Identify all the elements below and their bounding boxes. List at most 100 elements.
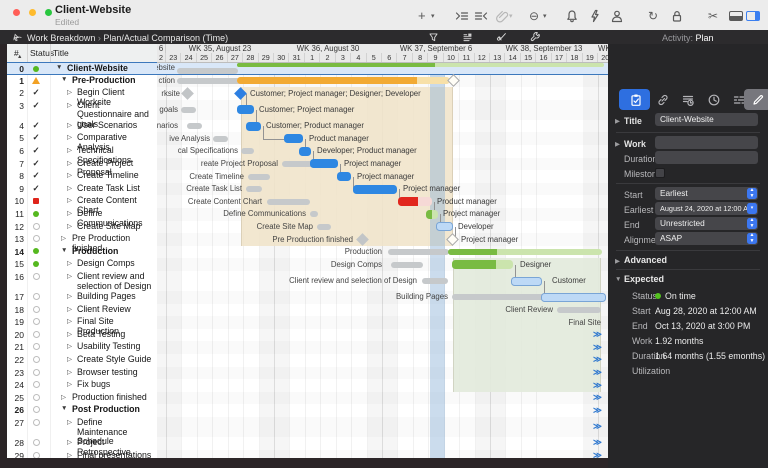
disclosure-collapsed-icon[interactable]: ▷	[67, 159, 72, 167]
disclosure-expanded-icon[interactable]: ▼	[61, 405, 67, 412]
disclosure-collapsed-icon[interactable]: ▷	[61, 234, 66, 242]
table-row[interactable]: 2✓▷Begin Client Worksite	[7, 87, 157, 100]
table-row[interactable]: 9✓▷Create Task List	[7, 183, 157, 196]
disclosure-collapsed-icon[interactable]: ▷	[67, 292, 72, 300]
table-row[interactable]: 21▷Usability Testing	[7, 341, 157, 354]
gantt-bar-planned[interactable]	[246, 186, 262, 192]
disclosure-collapsed-icon[interactable]: ▷	[67, 259, 72, 267]
table-row[interactable]: 8✓▷Create Timeline	[7, 170, 157, 183]
offscreen-task-indicator[interactable]: ≫	[593, 421, 601, 432]
table-row[interactable]: 28▷Project Retrospective	[7, 437, 157, 450]
assign-resource-icon[interactable]	[610, 7, 624, 24]
gantt-bar-actual[interactable]	[237, 77, 450, 84]
gantt-bar-planned[interactable]	[388, 249, 449, 255]
disclosure-collapsed-icon[interactable]: ▷	[67, 121, 72, 129]
disclosure-collapsed-icon[interactable]: ▷	[67, 101, 72, 109]
gantt-bar-actual[interactable]	[511, 277, 542, 286]
gantt-bar-planned[interactable]	[267, 199, 310, 205]
remove-chevron-icon[interactable]: ▾	[543, 7, 547, 24]
gantt-bar-actual[interactable]	[398, 197, 432, 206]
earliest-date-input[interactable]: August 24, 2020 at 12:00 AM▾	[655, 202, 758, 215]
table-row[interactable]: 16▷Client review and selection of Design	[7, 271, 157, 291]
table-row[interactable]: 3✓▷Client Questionnaire and goals	[7, 100, 157, 120]
gantt-bar-planned[interactable]	[213, 136, 228, 142]
table-row[interactable]: 22▷Create Style Guide	[7, 354, 157, 367]
offscreen-task-indicator[interactable]: ≫	[593, 329, 601, 340]
pointer-tool-icon[interactable]	[12, 31, 23, 43]
gantt-bar-actual[interactable]	[448, 249, 602, 255]
disclosure-collapsed-icon[interactable]: ▷	[67, 133, 72, 141]
gantt-bar-actual[interactable]	[436, 222, 453, 231]
table-row[interactable]: 14▼Production	[7, 246, 157, 259]
add-chevron-icon[interactable]: ▾	[431, 7, 435, 24]
table-row[interactable]: 20▷Beta Testing	[7, 329, 157, 342]
indent-icon[interactable]	[455, 7, 469, 24]
disclosure-expanded-icon[interactable]: ▼	[56, 64, 62, 71]
disclosure-collapsed-icon[interactable]: ▷	[67, 222, 72, 230]
gantt-bar-planned[interactable]	[177, 68, 238, 74]
table-row[interactable]: 29▷Final presentations	[7, 450, 157, 458]
gantt-bar-actual[interactable]	[237, 63, 604, 67]
gantt-bar-planned[interactable]	[422, 278, 448, 284]
disclosure-collapsed-icon[interactable]: ▷	[67, 355, 72, 363]
table-row[interactable]: 5✓▷Comparative Analysis	[7, 132, 157, 145]
tab-edit-icon[interactable]	[748, 91, 768, 109]
advanced-disclosure-icon[interactable]: ▶	[615, 257, 620, 265]
disclosure-collapsed-icon[interactable]: ▷	[67, 451, 72, 458]
style-brush-icon[interactable]	[496, 31, 507, 43]
remove-icon[interactable]: ⊖	[529, 7, 539, 24]
offscreen-task-indicator[interactable]: ≫	[593, 450, 601, 458]
disclosure-collapsed-icon[interactable]: ▷	[67, 209, 72, 217]
gantt-milestone[interactable]	[181, 87, 194, 100]
table-row[interactable]: 1▼Pre-Production	[7, 75, 157, 88]
zoom-window-button[interactable]	[45, 9, 52, 16]
table-row[interactable]: 19▷Final Site Production	[7, 316, 157, 329]
alignment-select[interactable]: ASAP▲▼	[655, 232, 758, 245]
minimize-window-button[interactable]	[29, 9, 36, 16]
offscreen-task-indicator[interactable]: ≫	[593, 392, 601, 403]
title-disclosure-icon[interactable]: ▶	[615, 117, 620, 125]
disclosure-collapsed-icon[interactable]: ▷	[67, 88, 72, 96]
table-row[interactable]: 11▷Define Communications	[7, 208, 157, 221]
column-header-title[interactable]: Title	[53, 48, 69, 58]
table-row[interactable]: 6✓▷Technical Specifications	[7, 145, 157, 158]
actions-icon[interactable]	[588, 7, 602, 24]
disclosure-collapsed-icon[interactable]: ▷	[67, 196, 72, 204]
gantt-bar-planned[interactable]	[181, 107, 196, 113]
work-disclosure-icon[interactable]: ▶	[615, 140, 620, 148]
table-row[interactable]: 10▷Create Content Chart	[7, 195, 157, 208]
breadcrumb-view[interactable]: Work Breakdown	[27, 33, 95, 43]
title-input[interactable]: Client-Website	[655, 113, 758, 126]
close-window-button[interactable]	[13, 9, 20, 16]
table-row[interactable]: 25▷Production finished	[7, 392, 157, 405]
attach-chevron-icon[interactable]: ▾	[509, 7, 513, 24]
table-row[interactable]: 23▷Browser testing	[7, 367, 157, 380]
gantt-bar-actual[interactable]	[246, 122, 261, 131]
table-row[interactable]: 26▼Post Production	[7, 404, 157, 417]
settings-wrench-icon[interactable]	[530, 31, 541, 43]
offscreen-task-indicator[interactable]: ≫	[593, 354, 601, 365]
table-row[interactable]: 15▷Design Comps	[7, 258, 157, 271]
table-row[interactable]: 13▷Pre Production finished	[7, 233, 157, 246]
panel-right-icon[interactable]	[746, 7, 760, 24]
milestone-checkbox[interactable]	[655, 168, 665, 178]
disclosure-expanded-icon[interactable]: ▼	[61, 76, 67, 83]
attach-icon[interactable]	[495, 7, 509, 24]
gantt-bar-planned[interactable]	[241, 148, 254, 154]
disclosure-collapsed-icon[interactable]: ▷	[67, 171, 72, 179]
table-row[interactable]: 17▷Building Pages	[7, 291, 157, 304]
tab-schedule-icon[interactable]	[678, 91, 698, 109]
disclosure-collapsed-icon[interactable]: ▷	[67, 368, 72, 376]
outdent-icon[interactable]	[474, 7, 488, 24]
disclosure-collapsed-icon[interactable]: ▷	[61, 393, 66, 401]
gantt-bar-actual[interactable]	[299, 147, 311, 156]
table-row[interactable]: 24▷Fix bugs	[7, 379, 157, 392]
expected-disclosure-icon[interactable]: ▼	[615, 276, 621, 283]
disclosure-collapsed-icon[interactable]: ▷	[67, 146, 72, 154]
offscreen-task-indicator[interactable]: ≫	[593, 367, 601, 378]
offscreen-task-indicator[interactable]: ≫	[593, 342, 601, 353]
tab-links-icon[interactable]	[653, 91, 673, 109]
disclosure-collapsed-icon[interactable]: ▷	[67, 184, 72, 192]
report-icon[interactable]	[462, 31, 473, 43]
disclosure-collapsed-icon[interactable]: ▷	[67, 305, 72, 313]
